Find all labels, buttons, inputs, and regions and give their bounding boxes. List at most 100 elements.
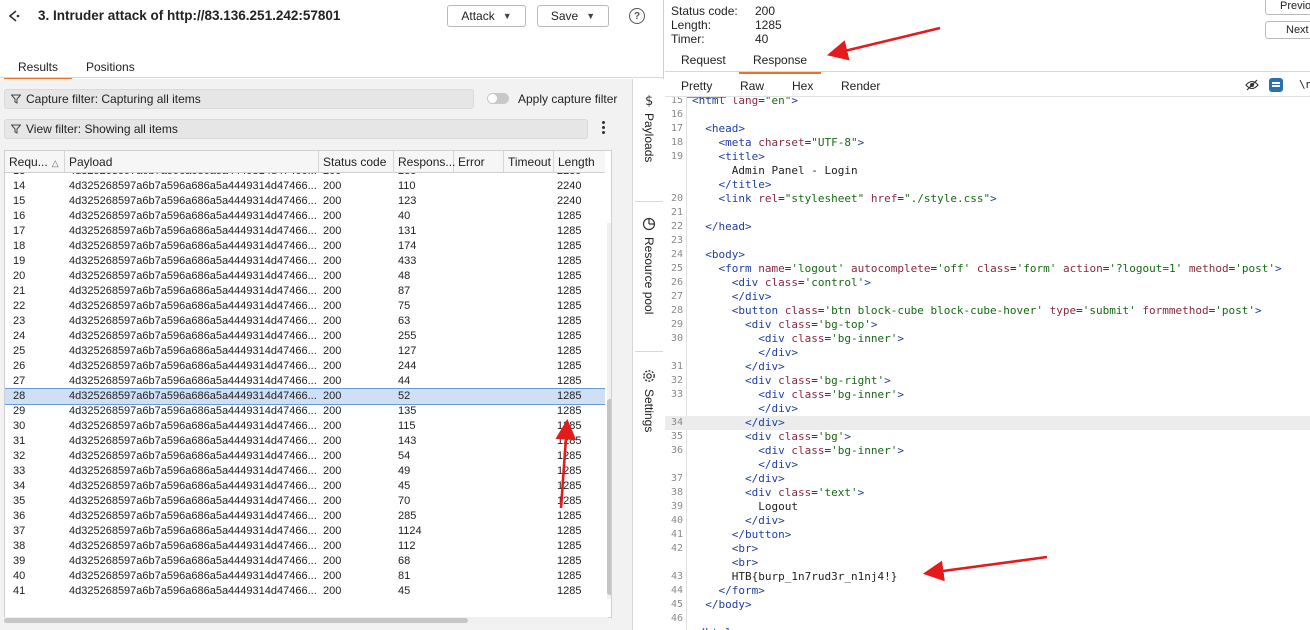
- table-row[interactable]: 32 4d325268597a6b7a596a686a5a4449314d4746…: [5, 449, 605, 464]
- cell-length: 1285: [557, 315, 582, 327]
- table-row[interactable]: 39 4d325268597a6b7a596a686a5a4449314d4746…: [5, 554, 605, 569]
- more-options-icon[interactable]: [602, 121, 606, 136]
- code-line: 27 </div>: [665, 290, 1310, 304]
- table-row[interactable]: 24 4d325268597a6b7a596a686a5a4449314d4746…: [5, 329, 605, 344]
- capture-filter-bar[interactable]: Capture filter: Capturing all items: [4, 89, 474, 109]
- cell-resp: 143: [398, 435, 417, 447]
- cell-payload: 4d325268597a6b7a596a686a5a4449314d47466.…: [69, 173, 319, 177]
- column-header-error[interactable]: Error: [454, 151, 504, 173]
- next-button[interactable]: Next: [1265, 21, 1310, 39]
- apply-capture-filter-toggle[interactable]: [487, 93, 509, 104]
- scrollbar-thumb[interactable]: [4, 618, 468, 623]
- scrollbar-thumb[interactable]: [607, 399, 611, 595]
- side-tab-resource-pool[interactable]: Resource pool: [633, 217, 665, 314]
- cell-resp: 52: [398, 390, 411, 402]
- view-filter-bar[interactable]: View filter: Showing all items: [4, 119, 588, 139]
- table-row[interactable]: 29 4d325268597a6b7a596a686a5a4449314d4746…: [5, 404, 605, 419]
- tab-request[interactable]: Request: [681, 53, 726, 67]
- column-header-request[interactable]: Requ... △: [5, 151, 65, 173]
- table-row[interactable]: 35 4d325268597a6b7a596a686a5a4449314d4746…: [5, 494, 605, 509]
- cell-req: 30: [13, 420, 26, 432]
- table-row[interactable]: 19 4d325268597a6b7a596a686a5a4449314d4746…: [5, 254, 605, 269]
- column-header-status-code[interactable]: Status code: [319, 151, 394, 173]
- cell-req: 26: [13, 360, 26, 372]
- tab-render[interactable]: Render: [841, 79, 880, 93]
- line-number: 18: [670, 137, 683, 148]
- code-line: 24 <body>: [665, 248, 1310, 262]
- response-editor[interactable]: 15 <html lang="en"> 16 17 <head> 18 <meta ch…: [665, 96, 1310, 630]
- line-number: 31: [670, 361, 683, 372]
- code-text: </form>: [718, 584, 765, 597]
- save-button[interactable]: Save ▼: [537, 5, 609, 27]
- cell-req: 14: [13, 180, 26, 192]
- table-row[interactable]: 37 4d325268597a6b7a596a686a5a4449314d4746…: [5, 524, 605, 539]
- code-text: </div>: [744, 514, 785, 527]
- results-table: Requ... △ Payload Status code Respons... …: [4, 150, 612, 618]
- code-text: </div>: [758, 402, 798, 415]
- cell-length: 1285: [557, 570, 582, 582]
- table-row[interactable]: 22 4d325268597a6b7a596a686a5a4449314d4746…: [5, 299, 605, 314]
- table-row[interactable]: 20 4d325268597a6b7a596a686a5a4449314d4746…: [5, 269, 605, 284]
- cell-resp: 131: [398, 225, 417, 237]
- column-header-timeout[interactable]: Timeout: [504, 151, 554, 173]
- cell-status: 200: [323, 495, 342, 507]
- table-row[interactable]: 38 4d325268597a6b7a596a686a5a4449314d4746…: [5, 539, 605, 554]
- table-row[interactable]: 41 4d325268597a6b7a596a686a5a4449314d4746…: [5, 584, 605, 599]
- table-row[interactable]: 27 4d325268597a6b7a596a686a5a4449314d4746…: [5, 374, 605, 389]
- horizontal-scrollbar[interactable]: [4, 617, 608, 624]
- gear-icon: [643, 370, 655, 382]
- tab-positions[interactable]: Positions: [86, 60, 135, 74]
- table-row[interactable]: 31 4d325268597a6b7a596a686a5a4449314d4746…: [5, 434, 605, 449]
- table-row[interactable]: 30 4d325268597a6b7a596a686a5a4449314d4746…: [5, 419, 605, 434]
- column-header-response[interactable]: Respons...: [394, 151, 455, 173]
- previous-button[interactable]: Previous: [1265, 0, 1310, 15]
- column-header-length[interactable]: Length: [554, 151, 605, 173]
- vertical-scrollbar[interactable]: [607, 223, 611, 599]
- message-editor-icon[interactable]: [1269, 78, 1283, 92]
- table-row[interactable]: 40 4d325268597a6b7a596a686a5a4449314d4746…: [5, 569, 605, 584]
- table-row[interactable]: 16 4d325268597a6b7a596a686a5a4449314d4746…: [5, 209, 605, 224]
- table-row[interactable]: 17 4d325268597a6b7a596a686a5a4449314d4746…: [5, 224, 605, 239]
- tab-pretty[interactable]: Pretty: [666, 79, 727, 98]
- tab-hex[interactable]: Hex: [792, 79, 813, 93]
- tab-raw[interactable]: Raw: [740, 79, 764, 93]
- table-row[interactable]: 28 4d325268597a6b7a596a686a5a4449314d4746…: [5, 388, 605, 405]
- eye-hidden-icon[interactable]: [1245, 79, 1259, 91]
- table-row[interactable]: 33 4d325268597a6b7a596a686a5a4449314d4746…: [5, 464, 605, 479]
- table-row[interactable]: 14 4d325268597a6b7a596a686a5a4449314d4746…: [5, 179, 605, 194]
- cell-payload: 4d325268597a6b7a596a686a5a4449314d47466.…: [69, 390, 317, 402]
- table-row[interactable]: 21 4d325268597a6b7a596a686a5a4449314d4746…: [5, 284, 605, 299]
- side-tab-settings[interactable]: Settings: [633, 369, 665, 432]
- cell-payload: 4d325268597a6b7a596a686a5a4449314d47466.…: [69, 525, 317, 537]
- cell-resp: 63: [398, 315, 411, 327]
- code-text: <button class='btn block-cube block-cube…: [731, 304, 1262, 317]
- code-line: 15 <html lang="en">: [665, 97, 1310, 108]
- table-row[interactable]: 15 4d325268597a6b7a596a686a5a4449314d4746…: [5, 194, 605, 209]
- tab-response[interactable]: Response: [738, 53, 822, 74]
- back-arrow-icon[interactable]: [6, 8, 22, 24]
- cell-status: 200: [323, 345, 342, 357]
- cell-payload: 4d325268597a6b7a596a686a5a4449314d47466.…: [69, 375, 317, 387]
- help-icon[interactable]: ?: [629, 8, 645, 24]
- cell-length: 1285: [557, 330, 582, 342]
- table-row[interactable]: 23 4d325268597a6b7a596a686a5a4449314d4746…: [5, 314, 605, 329]
- cell-length: 1285: [557, 225, 582, 237]
- table-row[interactable]: 34 4d325268597a6b7a596a686a5a4449314d4746…: [5, 479, 605, 494]
- table-row[interactable]: 18 4d325268597a6b7a596a686a5a4449314d4746…: [5, 239, 605, 254]
- code-line: 23: [665, 234, 1310, 248]
- line-number: 39: [670, 501, 683, 512]
- newline-toggle[interactable]: \n: [1299, 78, 1310, 91]
- attack-button[interactable]: Attack ▼: [447, 5, 526, 27]
- request-response-tabs: Request Response: [665, 50, 1310, 74]
- code-text: <form name='logout' autocomplete='off' c…: [718, 262, 1282, 275]
- cell-req: 21: [13, 285, 26, 297]
- table-row[interactable]: 36 4d325268597a6b7a596a686a5a4449314d4746…: [5, 509, 605, 524]
- side-tab-payloads[interactable]: $ Payloads: [633, 93, 665, 162]
- tab-results[interactable]: Results: [3, 60, 73, 80]
- code-line: 20 <link rel="stylesheet" href="./style.…: [665, 192, 1310, 206]
- table-row[interactable]: 25 4d325268597a6b7a596a686a5a4449314d4746…: [5, 344, 605, 359]
- cell-length: 1285: [557, 255, 582, 267]
- column-header-payload[interactable]: Payload: [65, 151, 319, 173]
- table-row[interactable]: 26 4d325268597a6b7a596a686a5a4449314d4746…: [5, 359, 605, 374]
- line-number: 44: [670, 585, 683, 596]
